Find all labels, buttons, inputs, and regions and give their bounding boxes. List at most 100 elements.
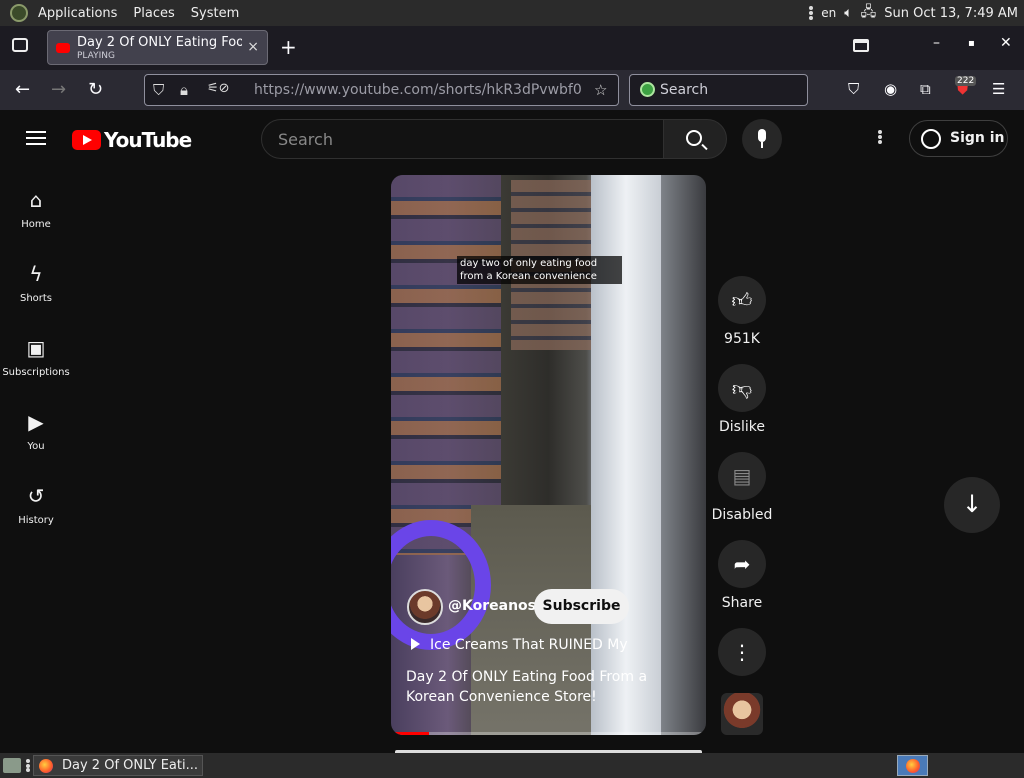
- volume-icon[interactable]: 🔈︎: [844, 5, 852, 21]
- thumbs-up-icon: 👍︎: [731, 288, 753, 312]
- comments-button[interactable]: ▤ Disabled: [712, 452, 772, 523]
- subscriptions-icon: ▣: [26, 336, 46, 360]
- like-button[interactable]: 👍︎ 951K: [718, 276, 766, 347]
- share-icon: ➦: [733, 552, 751, 576]
- browser-search-field[interactable]: Search: [629, 74, 808, 106]
- comments-label: Disabled: [711, 507, 773, 523]
- address-bar[interactable]: ⛉ 🔒︎ ⚟⊘ https://www.youtube.com/shorts/h…: [144, 74, 619, 106]
- browser-search-placeholder: Search: [660, 82, 709, 98]
- related-video-link[interactable]: Ice Creams That RUINED My: [411, 637, 628, 653]
- microphone-icon: [758, 129, 766, 142]
- dislike-button[interactable]: 👎︎ Dislike: [718, 364, 766, 435]
- tab-title: Day 2 Of ONLY Eating Food: [77, 35, 242, 50]
- search-icon: [686, 130, 702, 146]
- show-desktop-icon[interactable]: [3, 758, 21, 773]
- browser-nav-bar: ← → ↻ ⛉ 🔒︎ ⚟⊘ https://www.youtube.com/sh…: [0, 70, 1024, 110]
- youtube-wordmark: YouTube: [104, 128, 192, 152]
- list-all-tabs-icon[interactable]: [853, 39, 869, 52]
- arrow-down-icon: ↓: [961, 490, 983, 518]
- like-count: 951K: [724, 331, 760, 347]
- shorts-video-player[interactable]: day two of only eating food from a Korea…: [391, 175, 706, 735]
- firefox-icon: [39, 759, 53, 773]
- dislike-label: Dislike: [719, 419, 765, 435]
- video-frame-shelves: [391, 175, 501, 555]
- comment-icon: ▤: [732, 464, 752, 488]
- lock-icon[interactable]: 🔒︎: [180, 81, 188, 99]
- network-icon[interactable]: 🖧: [861, 1, 877, 25]
- tracking-shield-icon[interactable]: ⛉: [153, 81, 164, 99]
- sidebar-item-shorts[interactable]: ϟ Shorts: [0, 262, 72, 304]
- reload-icon[interactable]: ↻: [88, 79, 103, 100]
- sign-in-label: Sign in: [950, 130, 1005, 146]
- sidebar-item-label: Home: [21, 219, 51, 230]
- sidebar-item-label: You: [27, 441, 45, 452]
- maximize-button[interactable]: ▪: [968, 38, 975, 49]
- channel-name[interactable]: @Koreanosh: [448, 598, 546, 614]
- guide-menu-icon[interactable]: [26, 131, 46, 145]
- history-icon: ↺: [27, 484, 45, 508]
- next-video-button[interactable]: ↓: [944, 477, 1000, 533]
- sidebar-item-history[interactable]: ↺ History: [0, 484, 72, 526]
- tab-close-icon[interactable]: ×: [247, 39, 259, 55]
- menu-system[interactable]: System: [191, 6, 239, 21]
- taskbar-window-button[interactable]: Day 2 Of ONLY Eati...: [33, 755, 203, 776]
- browser-tab-strip: Day 2 Of ONLY Eating Food PLAYING × + – …: [0, 26, 1024, 70]
- sidebar-item-label: History: [18, 515, 54, 526]
- distro-logo-icon[interactable]: [10, 4, 28, 22]
- voice-search-button[interactable]: [742, 119, 782, 159]
- workspace-switcher[interactable]: [897, 755, 928, 776]
- bottom-taskbar: Day 2 Of ONLY Eati...: [0, 753, 1024, 778]
- related-video-title: Ice Creams That RUINED My: [430, 637, 628, 653]
- settings-more-icon[interactable]: [878, 130, 882, 144]
- sidebar-item-subscriptions[interactable]: ▣ Subscriptions: [0, 336, 72, 378]
- keyboard-layout[interactable]: en: [821, 6, 836, 20]
- channel-thumbnail[interactable]: [721, 693, 763, 735]
- new-tab-button[interactable]: +: [280, 35, 297, 59]
- share-button[interactable]: ➦ Share: [718, 540, 766, 611]
- sidebar-item-home[interactable]: ⌂ Home: [0, 188, 72, 230]
- forward-arrow-icon[interactable]: →: [51, 79, 66, 100]
- youtube-page: YouTube Search Sign in ⌂ Home ϟ Shorts ▣…: [0, 110, 1024, 753]
- extension-badge-count: 222: [955, 76, 977, 86]
- sign-in-button[interactable]: Sign in: [909, 120, 1008, 157]
- url-text[interactable]: https://www.youtube.com/shorts/hkR3dPvwb…: [254, 82, 582, 98]
- youtube-play-icon: [72, 130, 101, 150]
- share-label: Share: [721, 595, 763, 611]
- sidebar-item-label: Shorts: [19, 293, 53, 304]
- tab-playing-status: PLAYING: [77, 51, 115, 61]
- youtube-search-input[interactable]: Search: [261, 119, 664, 159]
- menu-places[interactable]: Places: [133, 6, 174, 21]
- more-vertical-icon: ⋮: [732, 640, 752, 664]
- youtube-search-button[interactable]: [663, 119, 727, 159]
- short-title[interactable]: Day 2 Of ONLY Eating Food From a Korean …: [406, 667, 691, 707]
- firefox-view-icon[interactable]: [12, 38, 28, 52]
- microphone-stand: [761, 142, 763, 148]
- account-icon[interactable]: ◉: [884, 80, 897, 98]
- bookmark-star-icon[interactable]: ☆: [594, 81, 607, 99]
- clock[interactable]: Sun Oct 13, 7:49 AM: [884, 6, 1018, 21]
- play-icon: [411, 638, 420, 650]
- video-progress-bar[interactable]: [391, 732, 706, 735]
- menu-applications[interactable]: Applications: [38, 6, 117, 21]
- close-window-button[interactable]: ✕: [1000, 35, 1012, 51]
- browser-tab[interactable]: Day 2 Of ONLY Eating Food PLAYING ×: [47, 30, 268, 65]
- taskbar-handle-icon[interactable]: [26, 759, 30, 772]
- sidebar-item-you[interactable]: ▶ You: [0, 410, 72, 452]
- tray-menu-icon[interactable]: [809, 6, 814, 20]
- minimize-button[interactable]: –: [933, 35, 940, 51]
- youtube-favicon-icon: [56, 43, 70, 53]
- channel-avatar[interactable]: [407, 589, 443, 625]
- extensions-icon[interactable]: ⧉: [920, 80, 931, 98]
- pocket-icon[interactable]: ⛉: [848, 80, 859, 98]
- home-icon: ⌂: [29, 188, 43, 212]
- sidebar-item-label: Subscriptions: [2, 367, 70, 378]
- system-top-bar: Applications Places System en 🔈︎ 🖧 Sun O…: [0, 0, 1024, 26]
- account-circle-icon: [921, 129, 941, 149]
- youtube-logo[interactable]: YouTube: [72, 128, 192, 152]
- permissions-icon[interactable]: ⚟⊘: [207, 81, 230, 96]
- more-actions-button[interactable]: ⋮: [718, 628, 766, 676]
- taskbar-window-title: Day 2 Of ONLY Eati...: [62, 758, 198, 773]
- back-arrow-icon[interactable]: ←: [15, 79, 30, 100]
- app-menu-icon[interactable]: ☰: [992, 80, 1005, 98]
- subscribe-button[interactable]: Subscribe: [534, 589, 629, 624]
